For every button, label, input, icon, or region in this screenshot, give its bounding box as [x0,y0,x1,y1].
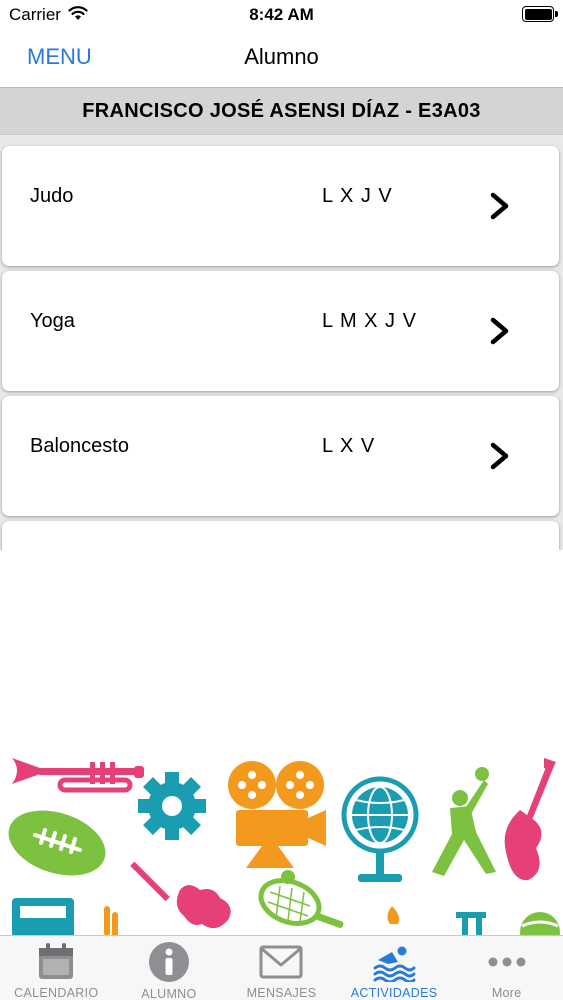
gear-icon [138,772,206,840]
tab-actividades[interactable]: ACTIVIDADES [338,936,451,1000]
globe-icon [341,776,419,882]
tab-label: ALUMNO [141,987,197,1000]
activity-name: Baloncesto [30,435,129,457]
activity-list[interactable]: Judo L X J V Yoga L M X J V Baloncesto L… [0,135,563,550]
chevron-right-icon [490,317,509,345]
trumpet-icon [12,758,144,793]
tennis-racket-icon [258,870,344,928]
tab-label: MENSAJES [246,986,317,1000]
calculator-icon [12,898,74,935]
student-banner: FRANCISCO JOSÉ ASENSI DÍAZ - E3A03 [0,87,563,135]
activity-days: L M X J V [322,310,417,332]
activities-illustration [8,758,560,935]
calendar-icon [39,942,74,979]
status-bar: Carrier 8:42 AM [0,0,563,30]
activity-days: L X J V [322,185,393,207]
chevron-right-icon [490,442,509,470]
clock: 8:42 AM [249,5,314,24]
more-icon [488,957,526,966]
flame-icon [387,906,400,924]
tab-alumno[interactable]: ALUMNO [113,936,226,1000]
mail-icon [259,945,303,978]
activity-name: Yoga [30,310,75,332]
guitar-icon [504,758,556,881]
athlete-icon [432,767,496,876]
tab-label: More [491,986,522,1000]
tab-bar: CALENDARIO ALUMNO MENSAJES ACTIVIDADES M… [0,935,563,1000]
tab-label: ACTIVIDADES [350,986,438,1000]
football-icon [8,810,106,876]
navigation-bar: MENU Alumno [0,30,563,86]
page-title: Alumno [244,44,319,69]
tab-mensajes[interactable]: MENSAJES [225,936,338,1000]
tab-label: CALENDARIO [14,986,99,1000]
tab-calendario[interactable]: CALENDARIO [0,936,113,1000]
battery-icon [522,6,558,22]
tab-more[interactable]: More [450,936,563,1000]
violin-icon [130,861,231,929]
flask-icon [456,912,486,935]
swimmer-icon [373,946,416,982]
activity-card-judo[interactable]: Judo L X J V [2,146,559,266]
activity-card-partial[interactable] [2,521,559,550]
activity-name: Judo [30,185,74,207]
hand-icon [104,906,118,935]
student-name: FRANCISCO JOSÉ ASENSI DÍAZ - E3A03 [82,99,481,122]
camera-icon [228,761,326,868]
chevron-right-icon [490,192,509,220]
activity-days: L X V [322,435,376,457]
info-icon [148,942,189,982]
activity-card-baloncesto[interactable]: Baloncesto L X V [2,396,559,516]
activity-card-yoga[interactable]: Yoga L M X J V [2,271,559,391]
ball-icon [520,912,560,935]
